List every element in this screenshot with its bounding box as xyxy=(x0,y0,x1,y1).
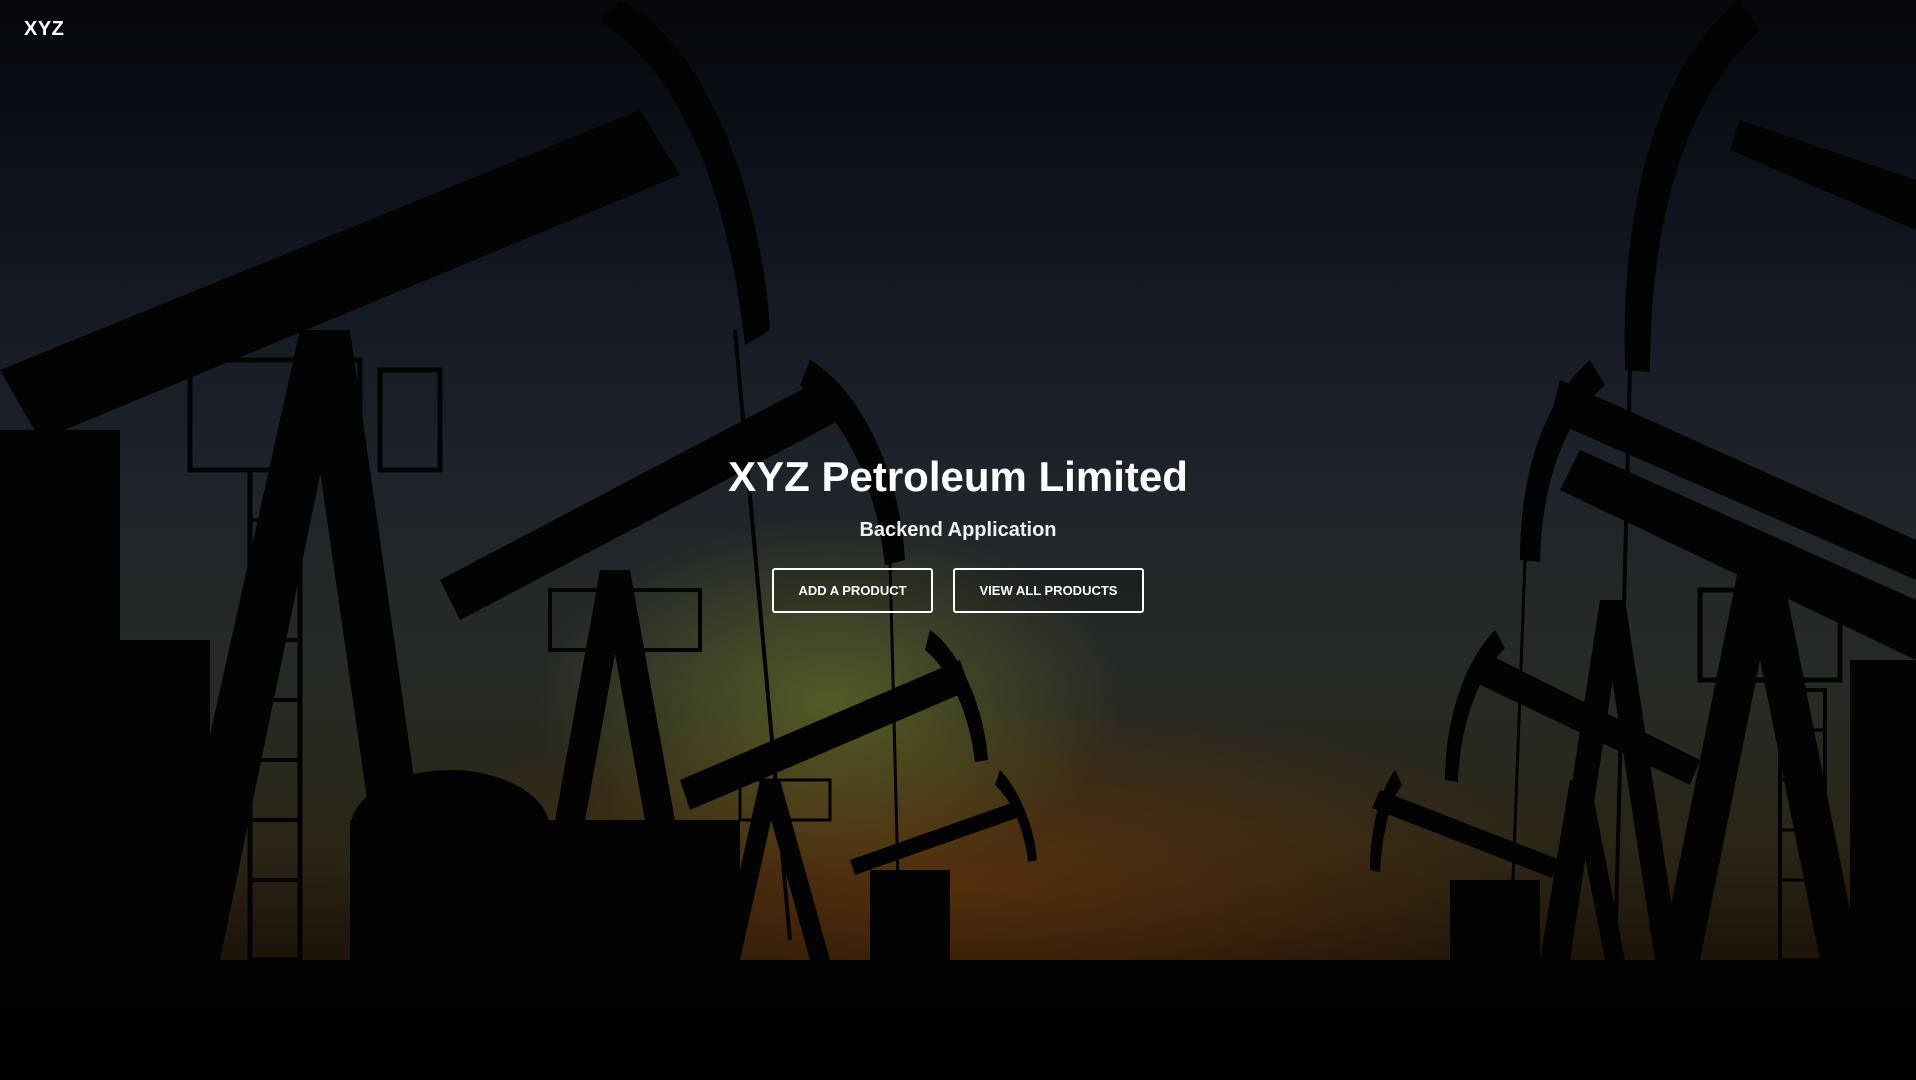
page-title: XYZ Petroleum Limited xyxy=(728,453,1188,500)
brand-logo[interactable]: XYZ xyxy=(24,18,64,41)
add-product-button[interactable]: ADD A PRODUCT xyxy=(772,568,933,613)
hero-section: XYZ XYZ Petroleum Limited Backend Applic… xyxy=(0,0,1916,1080)
hero-actions: ADD A PRODUCT VIEW ALL PRODUCTS xyxy=(0,568,1916,613)
view-all-products-button[interactable]: VIEW ALL PRODUCTS xyxy=(953,568,1144,613)
page-subtitle: Backend Application xyxy=(859,519,1057,541)
ground-shadow xyxy=(0,960,1916,1080)
hero-content: XYZ Petroleum Limited Backend Applicatio… xyxy=(0,452,1916,613)
